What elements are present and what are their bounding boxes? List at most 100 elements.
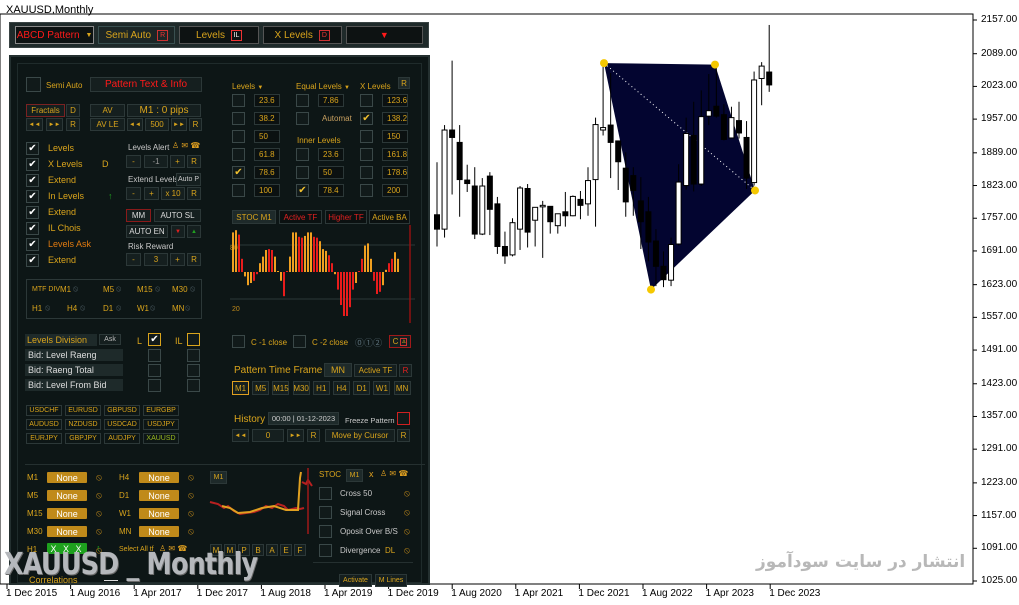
pattern-tf-m1[interactable]: M1	[232, 381, 249, 395]
pattern-dropdown[interactable]: ABCD Pattern ▼	[15, 26, 95, 44]
letter-button-e[interactable]: E	[280, 544, 292, 556]
stoc-option-checkbox[interactable]	[319, 487, 332, 500]
alert-icons[interactable]: ♙ ✉ ☎	[172, 141, 200, 150]
tf-none-button[interactable]: None	[139, 526, 179, 537]
level-value[interactable]: 78.6	[254, 166, 280, 179]
extend-x10-button[interactable]: x 10	[161, 187, 185, 200]
history-prev-button[interactable]: ◄◄	[232, 429, 249, 442]
step-value[interactable]: 500	[145, 118, 169, 131]
mtf-mn[interactable]: MN	[172, 304, 184, 313]
tf-none-button[interactable]: None	[47, 526, 87, 537]
bid-il-checkbox[interactable]	[187, 364, 200, 377]
rr-plus-button[interactable]: +	[170, 253, 185, 266]
semi-auto-button[interactable]: Semi Auto R	[98, 26, 176, 44]
step-reset-button[interactable]: R	[189, 118, 202, 131]
currency-eurusd[interactable]: EURUSD	[65, 405, 101, 416]
equal-level-value[interactable]: Automat	[318, 112, 352, 125]
fractals-button[interactable]: Fractals	[26, 104, 65, 117]
c2-close-checkbox[interactable]	[293, 335, 306, 348]
pattern-tf-reset-button[interactable]: R	[399, 364, 412, 377]
check-box-7[interactable]: ✔	[26, 254, 39, 267]
auto-sl-button[interactable]: AUTO SL	[154, 209, 201, 222]
semi-auto-reset[interactable]: R	[157, 29, 169, 41]
tf-none-button[interactable]: None	[139, 490, 179, 501]
check-box-6[interactable]: ✔	[26, 238, 39, 251]
bid-l-checkbox[interactable]	[148, 364, 161, 377]
sell-arrow-button[interactable]: ▼	[171, 225, 185, 238]
x-level-value[interactable]: 123.6	[382, 94, 408, 107]
alert-minus-button[interactable]: -	[126, 155, 141, 168]
pattern-tf-m30[interactable]: M30	[292, 381, 310, 395]
level-checkbox[interactable]: ✔	[232, 166, 245, 179]
ban-icon[interactable]: ⦸	[116, 303, 121, 313]
tf-none-button[interactable]: None	[139, 472, 179, 483]
ban-icon[interactable]: ⦸	[45, 303, 50, 313]
currency-audusd[interactable]: AUDUSD	[26, 419, 62, 430]
inner-level-checkbox[interactable]	[296, 166, 309, 179]
pattern-tf-w1[interactable]: W1	[373, 381, 391, 395]
step-next-button[interactable]: ►►	[171, 118, 187, 131]
x-levels-button[interactable]: X Levels D	[262, 26, 342, 44]
x-level-checkbox[interactable]: ✔	[360, 112, 373, 125]
m-lines-button[interactable]: M Lines	[375, 574, 407, 587]
ban-icon[interactable]: ⦸	[73, 284, 78, 294]
alert-plus-button[interactable]: +	[170, 155, 185, 168]
ban-icon[interactable]: ⦸	[188, 526, 194, 537]
check-box-2[interactable]: ✔	[26, 174, 39, 187]
tf-none-button[interactable]: None	[47, 472, 87, 483]
bid-l-checkbox[interactable]	[148, 349, 161, 362]
av-le-button[interactable]: AV LE	[90, 118, 125, 131]
level-value[interactable]: 38.2	[254, 112, 280, 125]
stoc-alert-icons[interactable]: ♙ ✉ ☎	[380, 469, 408, 478]
mtf-m5[interactable]: M5	[103, 285, 114, 294]
ban-icon[interactable]: ⦸	[404, 526, 410, 537]
x-level-value[interactable]: 161.8	[382, 148, 408, 161]
currency-eurjpy[interactable]: EURJPY	[26, 433, 62, 444]
currency-gbpusd[interactable]: GBPUSD	[104, 405, 140, 416]
ban-icon[interactable]: ⦸	[188, 490, 194, 501]
ask-button[interactable]: Ask	[99, 334, 121, 345]
tf-none-button[interactable]: None	[47, 508, 87, 519]
ban-icon[interactable]: ⦸	[80, 303, 85, 313]
currency-gbpjpy[interactable]: GBPJPY	[65, 433, 101, 444]
collapse-button[interactable]: ▼	[345, 26, 423, 44]
mtf-m15[interactable]: M15	[137, 285, 153, 294]
x-level-value[interactable]: 150	[382, 130, 408, 143]
pattern-tf-m15[interactable]: M15	[272, 381, 290, 395]
x-level-checkbox[interactable]	[360, 94, 373, 107]
rr-value[interactable]: 3	[144, 253, 168, 266]
extend-minus-button[interactable]: -	[126, 187, 141, 200]
stoc-tab-0[interactable]: STOC M1	[232, 210, 276, 224]
step-prev-button[interactable]: ◄◄	[127, 118, 143, 131]
rr-minus-button[interactable]: -	[126, 253, 141, 266]
equal-level-checkbox[interactable]	[296, 112, 309, 125]
inner-level-value[interactable]: 23.6	[318, 148, 344, 161]
currency-xauusd[interactable]: XAUUSD	[143, 433, 179, 444]
pattern-text-info-button[interactable]: Pattern Text & Info	[90, 77, 202, 92]
rr-reset-button[interactable]: R	[187, 253, 201, 266]
stoc-option-checkbox[interactable]	[319, 544, 332, 557]
stoc-option-checkbox[interactable]	[319, 506, 332, 519]
x-levels-d-badge[interactable]: D	[318, 29, 330, 41]
ban-icon[interactable]: ⦸	[96, 472, 102, 483]
pattern-tf-d1[interactable]: D1	[353, 381, 371, 395]
history-index[interactable]: 0	[252, 429, 284, 442]
pattern-tf-m5[interactable]: M5	[252, 381, 270, 395]
level-checkbox[interactable]	[232, 148, 245, 161]
semi-auto-checkbox[interactable]	[26, 77, 41, 92]
inner-level-checkbox[interactable]	[296, 148, 309, 161]
levels-reset-button[interactable]: R	[398, 77, 410, 89]
ban-icon[interactable]: ⦸	[188, 508, 194, 519]
check-box-4[interactable]: ✔	[26, 206, 39, 219]
buy-arrow-button[interactable]: ▲	[187, 225, 201, 238]
mtf-m30[interactable]: M30	[172, 285, 188, 294]
mm-button[interactable]: MM	[126, 209, 151, 222]
mtf-d1[interactable]: D1	[103, 304, 113, 313]
inner-level-checkbox[interactable]: ✔	[296, 184, 309, 197]
check-box-3[interactable]: ✔	[26, 190, 39, 203]
level-value[interactable]: 23.6	[254, 94, 280, 107]
tf-none-button[interactable]: None	[47, 490, 87, 501]
c-button[interactable]: C ∆	[389, 335, 411, 348]
fractal-reset-button[interactable]: R	[66, 118, 80, 131]
av-button[interactable]: AV	[90, 104, 125, 117]
